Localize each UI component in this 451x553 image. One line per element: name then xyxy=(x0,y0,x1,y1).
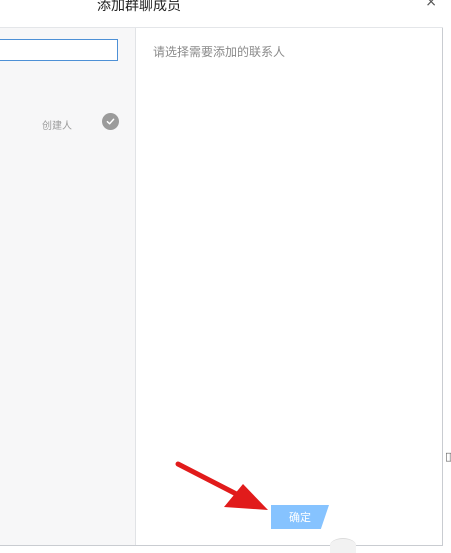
contact-list-panel: 创建人 xyxy=(0,28,136,545)
edge-fragment-icon: ◫ xyxy=(445,450,451,463)
selected-contacts-panel: 请选择需要添加的联系人 确定 xyxy=(136,28,442,545)
selection-hint: 请选择需要添加的联系人 xyxy=(153,45,286,59)
close-icon[interactable]: × xyxy=(425,0,437,10)
search-input[interactable] xyxy=(0,39,118,61)
confirm-button[interactable]: 确定 xyxy=(271,505,329,529)
check-mark-icon xyxy=(106,118,115,125)
add-group-members-dialog: 添加群聊成员 × 创建人 请选择需要添加的联系人 确定 xyxy=(0,0,443,546)
check-circle-icon[interactable] xyxy=(102,113,119,130)
titlebar: 添加群聊成员 × xyxy=(0,0,443,28)
dialog-title: 添加群聊成员 xyxy=(97,0,181,14)
creator-tag: 创建人 xyxy=(42,121,72,132)
cursor-shape xyxy=(330,538,356,553)
